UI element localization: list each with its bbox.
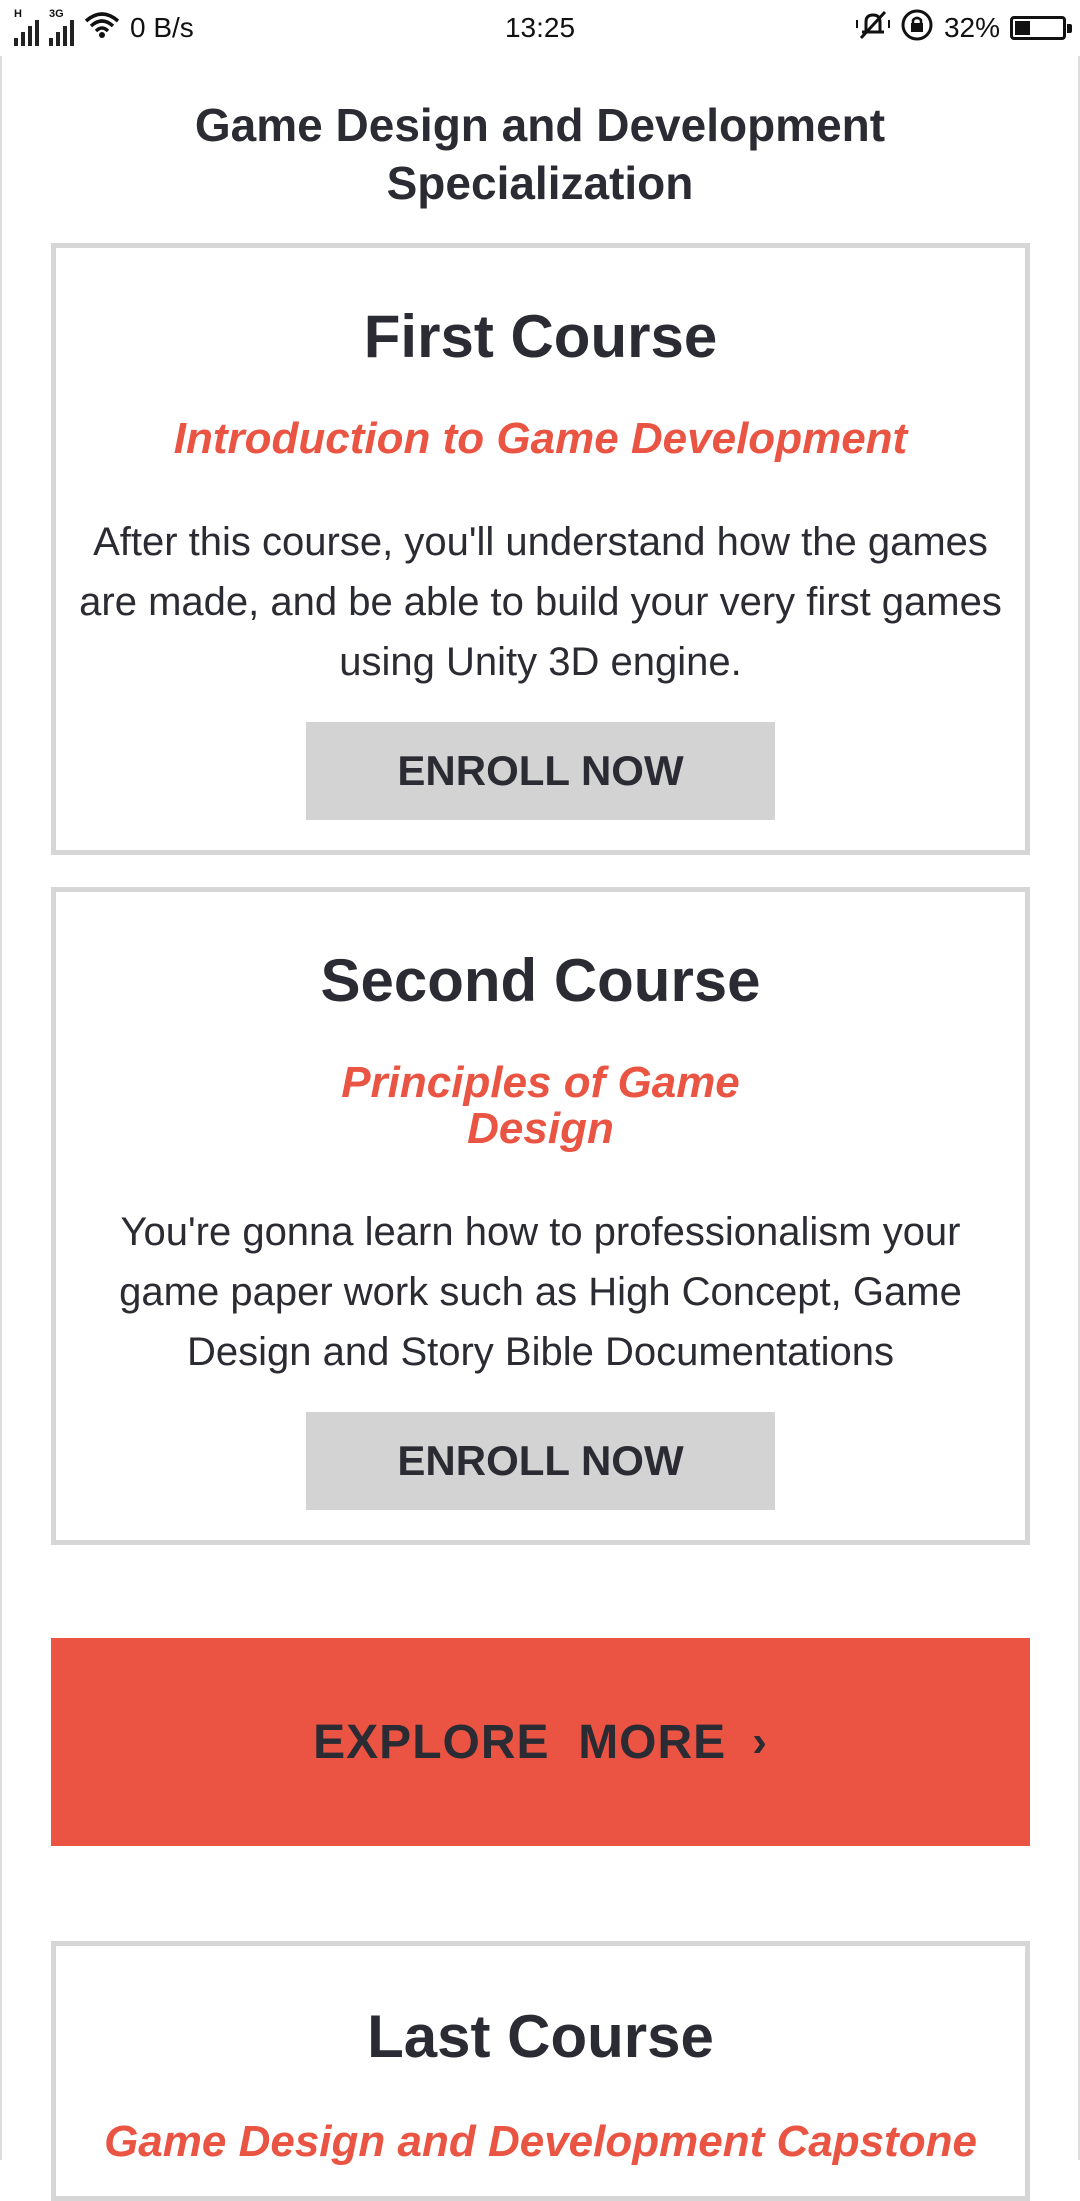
- explore-more-label: EXPLORE MORE: [313, 1715, 727, 1769]
- course-description: You're gonna learn how to professionalis…: [119, 1210, 962, 1374]
- enroll-now-button-second[interactable]: ENROLL NOW: [306, 1412, 775, 1510]
- course-subtitle-line2: Design: [467, 1104, 614, 1153]
- status-bar: H 3G 0 B/s 13:25 32%: [0, 0, 1080, 56]
- course-card-last: Last Course Game Design and Development …: [51, 1941, 1030, 2201]
- course-subtitle: Game Design and Development Capstone: [76, 2119, 1005, 2165]
- battery-percent: 32%: [943, 12, 1000, 43]
- course-subtitle-line1: Game Design and Development Capstone: [104, 2117, 977, 2166]
- course-heading: Last Course: [367, 2003, 714, 2070]
- course-subtitle: Introduction to Game Development: [116, 416, 965, 462]
- course-heading: First Course: [363, 303, 718, 370]
- battery-icon: [1010, 16, 1072, 40]
- silent-bell-icon: [855, 10, 890, 47]
- enroll-now-button-first[interactable]: ENROLL NOW: [306, 722, 775, 820]
- network-speed: 0 B/s: [130, 12, 194, 43]
- status-time: 13:25: [504, 12, 576, 43]
- status-left: H 3G 0 B/s: [14, 0, 194, 56]
- course-card-second: Second Course Principles of Game Design …: [51, 887, 1030, 1545]
- signal-h-icon: H: [14, 8, 39, 46]
- course-heading: Second Course: [320, 947, 761, 1014]
- status-right: 32%: [855, 0, 1072, 56]
- course-subtitle: Principles of Game Design: [116, 1060, 965, 1152]
- explore-more-button[interactable]: EXPLORE MORE ›: [51, 1638, 1030, 1846]
- wifi-icon: [84, 11, 120, 46]
- page-title-line2: Specialization: [386, 157, 694, 209]
- battery-fill: [1015, 21, 1030, 35]
- course-card-first: First Course Introduction to Game Develo…: [51, 243, 1030, 855]
- page-title-line1: Game Design and Development: [194, 99, 886, 151]
- signal-3g-icon: 3G: [49, 8, 74, 46]
- course-subtitle-line1: Principles of Game: [341, 1058, 740, 1107]
- course-description: After this course, you'll understand how…: [79, 520, 1002, 684]
- rotation-lock-icon: [900, 8, 934, 49]
- page-title: Game Design and Development Specializati…: [100, 96, 980, 212]
- chevron-right-icon: ›: [752, 1717, 768, 1766]
- course-subtitle-line1: Introduction to Game Development: [173, 414, 908, 463]
